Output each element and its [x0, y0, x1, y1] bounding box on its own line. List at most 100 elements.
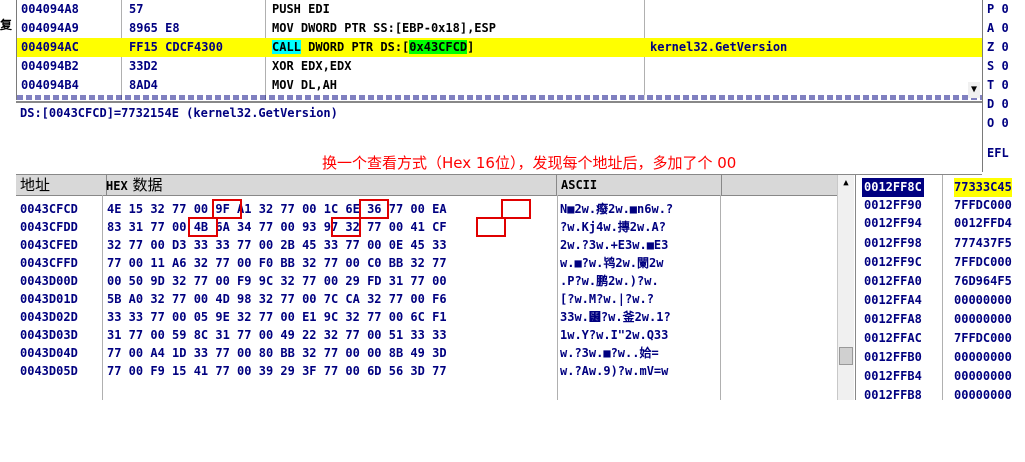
disasm-hex: 57 [129, 2, 144, 16]
dump-address: 0043D02D [20, 310, 78, 324]
stack-address: 0012FFA4 [864, 293, 922, 307]
dump-row[interactable]: 0043CFED 32 77 00 D3 33 33 77 00 2B 45 3… [16, 237, 849, 253]
disassembly-pane[interactable]: 004094A8 57 PUSH EDI 004094A9 8965 E8 MO… [16, 0, 994, 100]
left-edge-char: 复 [0, 18, 13, 32]
stack-address: 0012FFA8 [864, 312, 922, 326]
stack-value: 00000000 [954, 350, 1012, 364]
dump-ascii: w.?Aw.9)?w.mV=w [560, 364, 669, 378]
stack-address: 0012FF9C [864, 255, 922, 269]
stack-row[interactable]: 0012FFB4 00000000 [856, 367, 1025, 386]
scroll-up-arrow-icon[interactable]: ▲ [838, 175, 854, 191]
scroll-thumb[interactable] [839, 347, 853, 365]
disasm-address: 004094B2 [21, 59, 79, 73]
stack-row[interactable]: 0012FFB8 00000000 [856, 386, 1025, 405]
disasm-row-selected[interactable]: 004094AC FF15 CDCF4300 CALL DWORD PTR DS… [17, 38, 994, 57]
flag-o: O 0 [987, 116, 1009, 130]
stack-value: 00000000 [954, 388, 1012, 402]
disasm-address: 004094A8 [21, 2, 79, 16]
disasm-command: PUSH EDI [272, 2, 330, 16]
stack-address: 0012FFAC [864, 331, 922, 345]
stack-row-top[interactable]: 0012FF8C 77333C45 [856, 178, 1025, 197]
dump-row[interactable]: 0043D04D 77 00 A4 1D 33 77 00 80 BB 32 7… [16, 345, 849, 361]
dump-hex-bytes: 4E 15 32 77 00 9F A1 32 77 00 1C 6E 36 7… [107, 202, 447, 216]
disasm-row[interactable]: 004094B2 33D2 XOR EDX,EDX [17, 57, 994, 76]
stack-address: 0012FFA0 [864, 274, 922, 288]
dump-address: 0043CFED [20, 238, 78, 252]
stack-address: 0012FFB4 [864, 369, 922, 383]
stack-row[interactable]: 0012FFAC 7FFDC000 [856, 329, 1025, 348]
dump-hex-bytes: 77 00 F9 15 41 77 00 39 29 3F 77 00 6D 5… [107, 364, 447, 378]
dump-ascii: 33w.⹶?w.釜2w.1? [560, 310, 671, 324]
stack-row[interactable]: 0012FF94 0012FFD4 [856, 214, 1025, 233]
call-target-address: 0x43CFCD [409, 40, 468, 54]
disasm-scroll-down-arrow[interactable]: ▼ [968, 82, 980, 98]
highlight-box [359, 199, 389, 219]
highlight-box [188, 217, 218, 237]
disasm-hex: FF15 CDCF4300 [129, 40, 223, 54]
disasm-row[interactable]: 004094A8 57 PUSH EDI [17, 0, 994, 19]
highlight-box [476, 217, 506, 237]
stack-address: 0012FF98 [864, 236, 922, 250]
stack-value: 7FFDC000 [954, 198, 1012, 212]
left-window-edge: 复 [0, 0, 15, 400]
registers-pane[interactable]: P 0 A 0 Z 0 S 0 T 0 D 0 O 0 EFL [982, 0, 1025, 172]
dump-row[interactable]: 0043D05D 77 00 F9 15 41 77 00 39 29 3F 7… [16, 363, 849, 379]
dump-address: 0043D04D [20, 346, 78, 360]
dump-ascii: 1w.Y?w.I"2w.Q33 [560, 328, 669, 342]
call-operand-prefix: DWORD PTR DS:[ [300, 40, 410, 54]
dump-hex-bytes: 77 00 11 A6 32 77 00 F0 BB 32 77 00 C0 B… [107, 256, 447, 270]
stack-value: 7FFDC000 [954, 331, 1012, 345]
info-line: DS:[0043CFCD]=7732154E (kernel32.GetVers… [20, 106, 338, 120]
stack-row[interactable]: 0012FF9C 7FFDC000 [856, 253, 1025, 272]
dump-row[interactable]: 0043CFCD 4E 15 32 77 00 9F A1 32 77 00 1… [16, 201, 849, 217]
stack-row[interactable]: 0012FFA0 76D964F5 [856, 272, 1025, 291]
dump-row[interactable]: 0043D03D 31 77 00 59 8C 31 77 00 49 22 3… [16, 327, 849, 343]
dump-address: 0043CFCD [20, 202, 78, 216]
hex-dump-pane[interactable]: 地址 HEX 数据 ASCII 0043CFCD 4E 15 32 77 00 … [16, 175, 849, 400]
stack-value: 00000000 [954, 293, 1012, 307]
disasm-command: MOV DL,AH [272, 78, 338, 92]
stack-row[interactable]: 0012FFA4 00000000 [856, 291, 1025, 310]
flag-t: T 0 [987, 78, 1009, 92]
dump-address: 0043D03D [20, 328, 78, 342]
call-operand-suffix: ] [467, 40, 475, 54]
dump-row[interactable]: 0043D00D 00 50 9D 32 77 00 F9 9C 32 77 0… [16, 273, 849, 289]
highlight-box [501, 199, 531, 219]
stack-pane[interactable]: 0012FF8C 77333C45 0012FF90 7FFDC000 0012… [855, 175, 1025, 402]
header-hex-prefix: HEX [106, 179, 128, 193]
header-ascii[interactable]: ASCII [557, 175, 722, 195]
dump-hex-bytes: 77 00 A4 1D 33 77 00 80 BB 32 77 00 00 8… [107, 346, 447, 360]
dump-ascii: ?w.Kj4w.摶2w.A? [560, 220, 666, 234]
stack-value: 7FFDC000 [954, 255, 1012, 269]
stack-row[interactable]: 0012FFA8 00000000 [856, 310, 1025, 329]
dump-ascii: 2w.?3w.+E3w.■E3 [560, 238, 669, 252]
stack-address: 0012FF90 [864, 198, 922, 212]
header-address[interactable]: 地址 [16, 175, 107, 195]
stack-row[interactable]: 0012FF90 7FFDC000 [856, 196, 1025, 215]
disasm-hex: 8AD4 [129, 78, 158, 92]
disasm-command: XOR EDX,EDX [272, 59, 352, 73]
dump-hex-bytes: 33 33 77 00 05 9E 32 77 00 E1 9C 32 77 0… [107, 310, 447, 324]
dump-header: 地址 HEX 数据 ASCII [16, 175, 849, 196]
stack-row[interactable]: 0012FFB0 00000000 [856, 348, 1025, 367]
dump-ascii: w.■?w.鸨2w.闌2w [560, 256, 664, 270]
flag-a: A 0 [987, 21, 1009, 35]
dump-row[interactable]: 0043CFDD 83 31 77 00 4B 6A 34 77 00 93 9… [16, 219, 849, 235]
stack-value: 0012FFD4 [954, 216, 1012, 230]
dump-address: 0043D01D [20, 292, 78, 306]
stack-value: 00000000 [954, 312, 1012, 326]
dump-row[interactable]: 0043CFFD 77 00 11 A6 32 77 00 F0 BB 32 7… [16, 255, 849, 271]
header-hex-data[interactable]: HEX 数据 [106, 175, 557, 195]
dump-row[interactable]: 0043D01D 5B A0 32 77 00 4D 98 32 77 00 7… [16, 291, 849, 307]
dump-row[interactable]: 0043D02D 33 33 77 00 05 9E 32 77 00 E1 9… [16, 309, 849, 325]
disasm-row[interactable]: 004094B4 8AD4 MOV DL,AH [17, 76, 994, 95]
stack-row[interactable]: 0012FF98 777437F5 [856, 234, 1025, 253]
disasm-partial-row [17, 95, 994, 100]
dump-address: 0043D00D [20, 274, 78, 288]
highlight-box [212, 199, 242, 219]
disasm-hex: 33D2 [129, 59, 158, 73]
stack-address: 0012FFB0 [864, 350, 922, 364]
dump-scrollbar[interactable]: ▲ [837, 175, 854, 400]
stack-value: 76D964F5 [954, 274, 1012, 288]
disasm-row[interactable]: 004094A9 8965 E8 MOV DWORD PTR SS:[EBP-0… [17, 19, 994, 38]
